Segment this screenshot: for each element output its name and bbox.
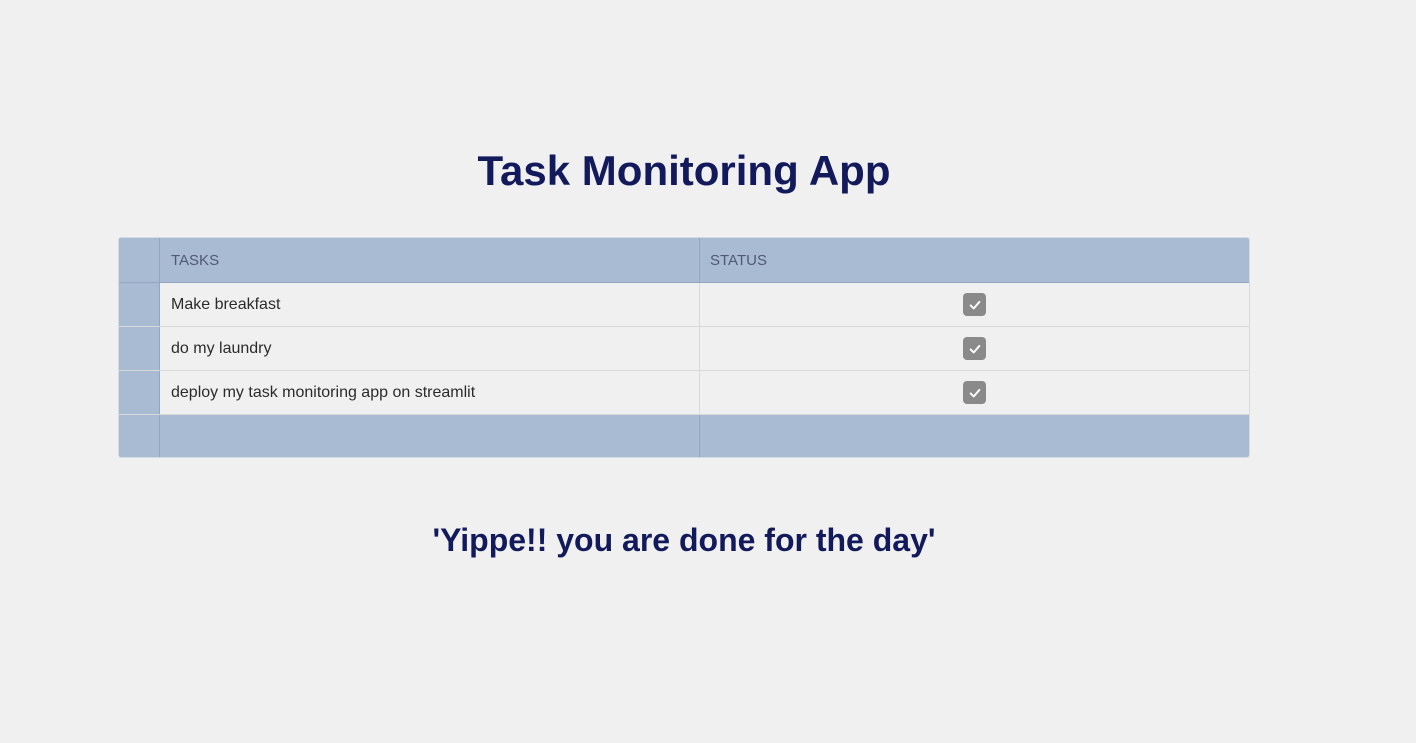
new-status-cell[interactable] [700, 415, 1249, 457]
checkmark-icon [969, 300, 980, 309]
column-header-status[interactable]: STATUS [700, 238, 1249, 282]
checkmark-icon [969, 388, 980, 397]
checkmark-icon [969, 344, 980, 353]
table-row[interactable]: deploy my task monitoring app on streaml… [119, 371, 1249, 415]
new-task-cell[interactable] [160, 415, 700, 457]
status-checkbox[interactable] [963, 381, 986, 404]
task-cell[interactable]: Make breakfast [160, 283, 700, 326]
row-index-header[interactable] [119, 238, 160, 282]
row-index-cell[interactable] [119, 283, 160, 326]
status-cell[interactable] [700, 283, 1249, 326]
task-cell[interactable]: do my laundry [160, 327, 700, 370]
new-row[interactable] [119, 415, 1249, 457]
status-cell[interactable] [700, 327, 1249, 370]
task-cell[interactable]: deploy my task monitoring app on streaml… [160, 371, 700, 414]
table-row[interactable]: do my laundry [119, 327, 1249, 371]
task-table[interactable]: TASKS STATUS Make breakfast do my laundr… [118, 237, 1250, 458]
status-checkbox[interactable] [963, 337, 986, 360]
page-title: Task Monitoring App [477, 147, 891, 194]
status-checkbox[interactable] [963, 293, 986, 316]
status-cell[interactable] [700, 371, 1249, 414]
table-row[interactable]: Make breakfast [119, 283, 1249, 327]
row-index-cell[interactable] [119, 371, 160, 414]
table-header-row: TASKS STATUS [119, 238, 1249, 283]
row-index-cell[interactable] [119, 415, 160, 457]
page: Task Monitoring App TASKS STATUS Make br… [0, 0, 1416, 743]
row-index-cell[interactable] [119, 327, 160, 370]
completion-message: 'Yippe!! you are done for the day' [432, 522, 936, 558]
column-header-tasks[interactable]: TASKS [160, 238, 700, 282]
